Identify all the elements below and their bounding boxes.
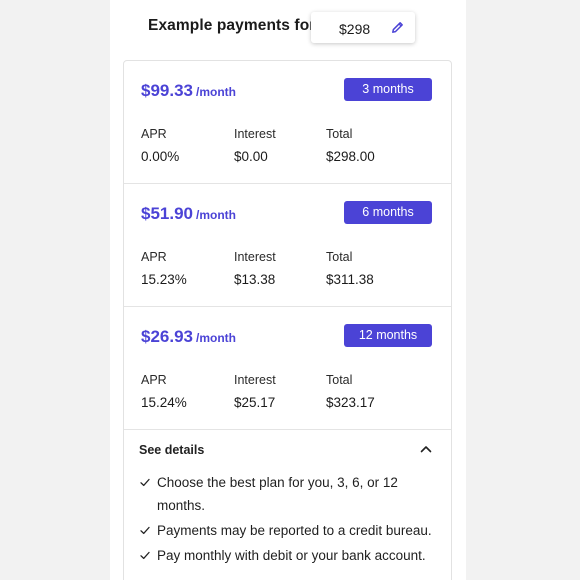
total-label: Total: [326, 127, 353, 141]
monthly-payment: $99.33/month: [141, 81, 236, 101]
interest-stat: Interest $13.38: [234, 250, 276, 287]
page: Example payments for $298 $99.33/month 3…: [0, 0, 580, 580]
interest-stat: Interest $25.17: [234, 373, 276, 410]
apr-stat: APR 15.23%: [141, 250, 187, 287]
plans-list: $99.33/month 3 months APR 0.00% Interest…: [123, 60, 452, 580]
apr-stat: APR 15.24%: [141, 373, 187, 410]
apr-label: APR: [141, 127, 167, 141]
interest-label: Interest: [234, 373, 276, 387]
interest-stat: Interest $0.00: [234, 127, 276, 164]
total-value: $298.00: [326, 149, 375, 164]
details-title: See details: [139, 443, 205, 457]
interest-value: $25.17: [234, 395, 276, 410]
details-list-item: Choose the best plan for you, 3, 6, or 1…: [139, 471, 439, 517]
check-icon: [140, 526, 150, 535]
plan-card: $26.93/month 12 months APR 15.24% Intere…: [124, 307, 451, 430]
interest-label: Interest: [234, 250, 276, 264]
monthly-payment: $26.93/month: [141, 327, 236, 347]
total-label: Total: [326, 373, 353, 387]
plan-card: $99.33/month 3 months APR 0.00% Interest…: [124, 61, 451, 184]
check-icon: [140, 551, 150, 560]
details-list: Choose the best plan for you, 3, 6, or 1…: [139, 471, 439, 569]
details-list-item: Payments may be reported to a credit bur…: [139, 519, 439, 542]
see-details-toggle[interactable]: See details: [124, 430, 451, 470]
monthly-amount: $26.93: [141, 327, 193, 346]
edit-amount-button[interactable]: $298: [311, 12, 415, 43]
details-item-text: Pay monthly with debit or your bank acco…: [157, 548, 426, 563]
monthly-payment: $51.90/month: [141, 204, 236, 224]
apr-stat: APR 0.00%: [141, 127, 179, 164]
interest-label: Interest: [234, 127, 276, 141]
header-title: Example payments for: [148, 17, 316, 34]
details-list-item: Pay monthly with debit or your bank acco…: [139, 544, 439, 567]
total-stat: Total $311.38: [326, 250, 374, 287]
apr-label: APR: [141, 250, 167, 264]
apr-value: 15.23%: [141, 272, 187, 287]
apr-value: 15.24%: [141, 395, 187, 410]
plan-card: $51.90/month 6 months APR 15.23% Interes…: [124, 184, 451, 307]
total-value: $323.17: [326, 395, 375, 410]
total-value: $311.38: [326, 272, 374, 287]
purchase-amount: $298: [339, 21, 371, 37]
apr-value: 0.00%: [141, 149, 180, 164]
apr-label: APR: [141, 373, 167, 387]
per-month-label: /month: [196, 331, 236, 345]
monthly-amount: $51.90: [141, 204, 193, 223]
total-stat: Total $323.17: [326, 373, 375, 410]
total-label: Total: [326, 250, 353, 264]
chevron-up-icon: [420, 446, 432, 453]
plan-term-badge[interactable]: 6 months: [344, 201, 432, 224]
per-month-label: /month: [196, 208, 236, 222]
per-month-label: /month: [196, 85, 236, 99]
interest-value: $13.38: [234, 272, 276, 287]
details-item-text: Choose the best plan for you, 3, 6, or 1…: [157, 475, 398, 513]
pencil-icon: [392, 22, 403, 33]
details-item-text: Payments may be reported to a credit bur…: [157, 523, 432, 538]
plan-term-badge[interactable]: 3 months: [344, 78, 432, 101]
plan-term-badge[interactable]: 12 months: [344, 324, 432, 347]
monthly-amount: $99.33: [141, 81, 193, 100]
interest-value: $0.00: [234, 149, 268, 164]
payment-options-panel: Example payments for $298 $99.33/month 3…: [110, 0, 466, 580]
details-section: See details Choose the best plan for you…: [124, 430, 451, 580]
payments-header: Example payments for $298: [110, 0, 466, 58]
check-icon: [140, 478, 150, 487]
total-stat: Total $298.00: [326, 127, 375, 164]
